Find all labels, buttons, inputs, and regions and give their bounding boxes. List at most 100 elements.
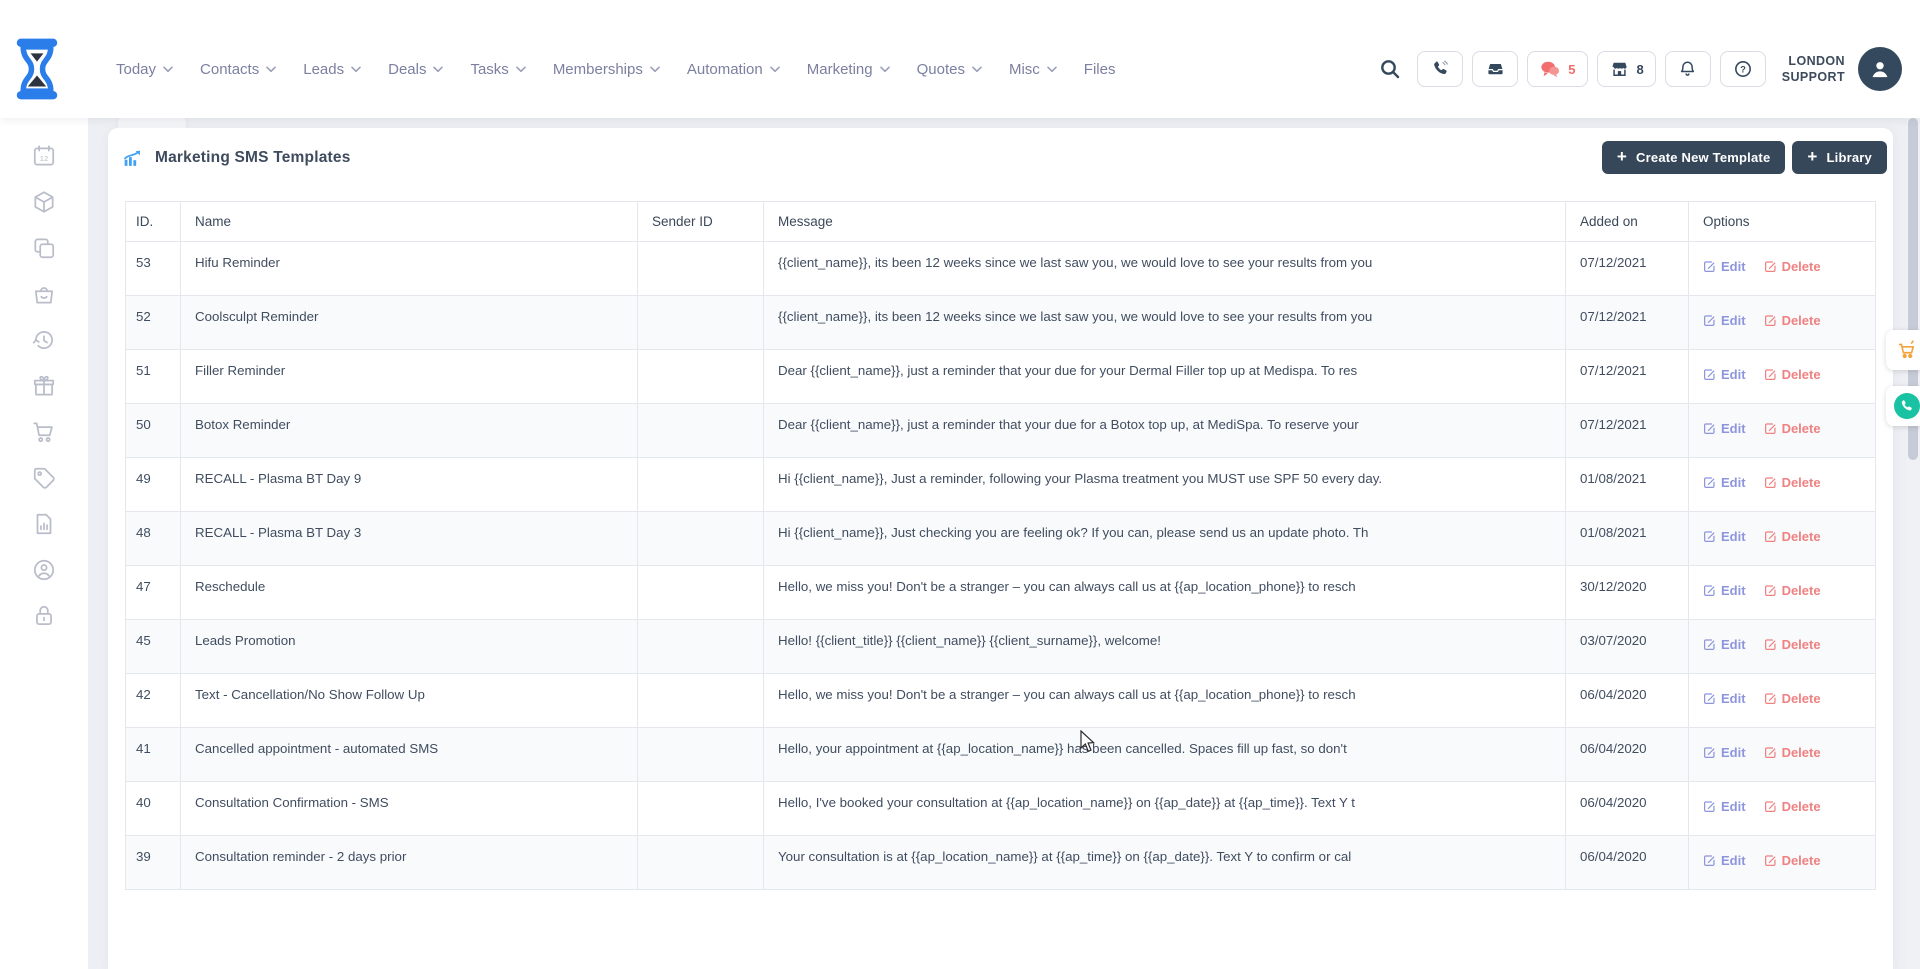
row-id: 49: [126, 458, 181, 512]
nav-item-today[interactable]: Today: [116, 61, 173, 78]
copy-icon: [31, 235, 57, 261]
edit-link[interactable]: Edit: [1703, 745, 1746, 760]
nav-item-files[interactable]: Files: [1084, 61, 1116, 78]
row-sender-id: [638, 512, 764, 566]
edit-link[interactable]: Edit: [1703, 367, 1746, 382]
nav-item-misc[interactable]: Misc: [1009, 61, 1057, 78]
help-button[interactable]: ?: [1720, 51, 1766, 87]
edit-link[interactable]: Edit: [1703, 691, 1746, 706]
chevron-down-icon: [433, 66, 443, 73]
create-new-template-button[interactable]: + Create New Template: [1602, 141, 1785, 174]
nav-item-memberships[interactable]: Memberships: [553, 61, 660, 78]
floating-cart-button[interactable]: [1886, 330, 1920, 370]
nav-item-marketing[interactable]: Marketing: [807, 61, 890, 78]
edit-link[interactable]: Edit: [1703, 853, 1746, 868]
delete-link[interactable]: Delete: [1764, 475, 1821, 490]
row-name: Consultation Confirmation - SMS: [181, 782, 638, 836]
delete-link[interactable]: Delete: [1764, 313, 1821, 328]
sidebar-item-tag[interactable]: [31, 465, 57, 491]
edit-link[interactable]: Edit: [1703, 799, 1746, 814]
delete-link[interactable]: Delete: [1764, 799, 1821, 814]
row-id: 47: [126, 566, 181, 620]
teal-phone-icon: [1893, 392, 1920, 420]
row-message: Your consultation is at {{ap_location_na…: [764, 836, 1566, 890]
delete-link[interactable]: Delete: [1764, 421, 1821, 436]
delete-link[interactable]: Delete: [1764, 637, 1821, 652]
sidebar-item-history[interactable]: [31, 327, 57, 353]
phone-icon: [1430, 59, 1450, 79]
edit-icon: [1764, 530, 1777, 543]
bell-icon: [1678, 59, 1697, 79]
row-id: 45: [126, 620, 181, 674]
delete-link[interactable]: Delete: [1764, 745, 1821, 760]
edit-link[interactable]: Edit: [1703, 421, 1746, 436]
user-avatar[interactable]: [1858, 47, 1902, 91]
package-icon: [31, 189, 57, 215]
nav-item-leads[interactable]: Leads: [303, 61, 361, 78]
chevron-down-icon: [266, 66, 276, 73]
nav-item-quotes[interactable]: Quotes: [917, 61, 982, 78]
table-row: 39Consultation reminder - 2 days priorYo…: [126, 836, 1876, 890]
inbox-button[interactable]: [1472, 51, 1518, 87]
sidebar-item-account[interactable]: [31, 557, 57, 583]
row-sender-id: [638, 404, 764, 458]
floating-phone-button[interactable]: [1886, 386, 1920, 426]
scrollbar-track[interactable]: [1906, 118, 1920, 969]
search-icon[interactable]: [1379, 58, 1401, 80]
messages-count-badge: 5: [1568, 62, 1575, 77]
row-message: Dear {{client_name}}, just a reminder th…: [764, 350, 1566, 404]
edit-link[interactable]: Edit: [1703, 637, 1746, 652]
sidebar-item-report[interactable]: [31, 511, 57, 537]
nav-item-label: Marketing: [807, 61, 873, 78]
delete-link[interactable]: Delete: [1764, 853, 1821, 868]
delete-link[interactable]: Delete: [1764, 691, 1821, 706]
nav-item-label: Leads: [303, 61, 344, 78]
main-nav: Today Contacts Leads Deals Tasks Memberships A…: [116, 61, 1115, 78]
edit-link[interactable]: Edit: [1703, 583, 1746, 598]
sidebar-item-package[interactable]: [31, 189, 57, 215]
table-row: 52Coolsculpt Reminder{{client_name}}, it…: [126, 296, 1876, 350]
row-id: 52: [126, 296, 181, 350]
row-message: Hello, we miss you! Don't be a stranger …: [764, 674, 1566, 728]
sidebar-item-calendar[interactable]: 12: [31, 143, 57, 169]
delete-link[interactable]: Delete: [1764, 529, 1821, 544]
column-header-sender-id: Sender ID: [638, 202, 764, 242]
row-id: 41: [126, 728, 181, 782]
nav-item-label: Tasks: [470, 61, 508, 78]
library-button[interactable]: + Library: [1792, 141, 1887, 174]
edit-link[interactable]: Edit: [1703, 313, 1746, 328]
chevron-down-icon: [650, 66, 660, 73]
delete-link[interactable]: Delete: [1764, 259, 1821, 274]
page-title: Marketing SMS Templates: [155, 149, 351, 167]
nav-item-contacts[interactable]: Contacts: [200, 61, 276, 78]
delete-link[interactable]: Delete: [1764, 583, 1821, 598]
delete-link[interactable]: Delete: [1764, 367, 1821, 382]
nav-item-automation[interactable]: Automation: [687, 61, 780, 78]
sms-templates-table: ID.NameSender IDMessageAdded onOptions 5…: [125, 201, 1876, 890]
sidebar-item-lock[interactable]: [31, 603, 57, 629]
notifications-button[interactable]: [1665, 51, 1711, 87]
nav-item-label: Contacts: [200, 61, 259, 78]
phone-button[interactable]: [1417, 51, 1463, 87]
nav-item-tasks[interactable]: Tasks: [470, 61, 525, 78]
row-sender-id: [638, 350, 764, 404]
store-button[interactable]: 8: [1597, 51, 1656, 87]
sidebar-item-copy[interactable]: [31, 235, 57, 261]
table-row: 45Leads PromotionHello! {{client_title}}…: [126, 620, 1876, 674]
sidebar-item-gift[interactable]: [31, 373, 57, 399]
sidebar-item-bag[interactable]: [31, 281, 57, 307]
brand-logo[interactable]: [14, 38, 60, 100]
row-id: 51: [126, 350, 181, 404]
edit-link[interactable]: Edit: [1703, 529, 1746, 544]
messages-button[interactable]: 5: [1527, 51, 1587, 87]
edit-icon: [1764, 260, 1777, 273]
edit-icon: [1703, 638, 1716, 651]
nav-item-label: Automation: [687, 61, 763, 78]
sidebar-item-cart[interactable]: [31, 419, 57, 445]
row-options: Edit Delete: [1689, 350, 1876, 404]
edit-link[interactable]: Edit: [1703, 475, 1746, 490]
edit-icon: [1764, 422, 1777, 435]
edit-link[interactable]: Edit: [1703, 259, 1746, 274]
row-added-on: 07/12/2021: [1566, 404, 1689, 458]
nav-item-deals[interactable]: Deals: [388, 61, 443, 78]
